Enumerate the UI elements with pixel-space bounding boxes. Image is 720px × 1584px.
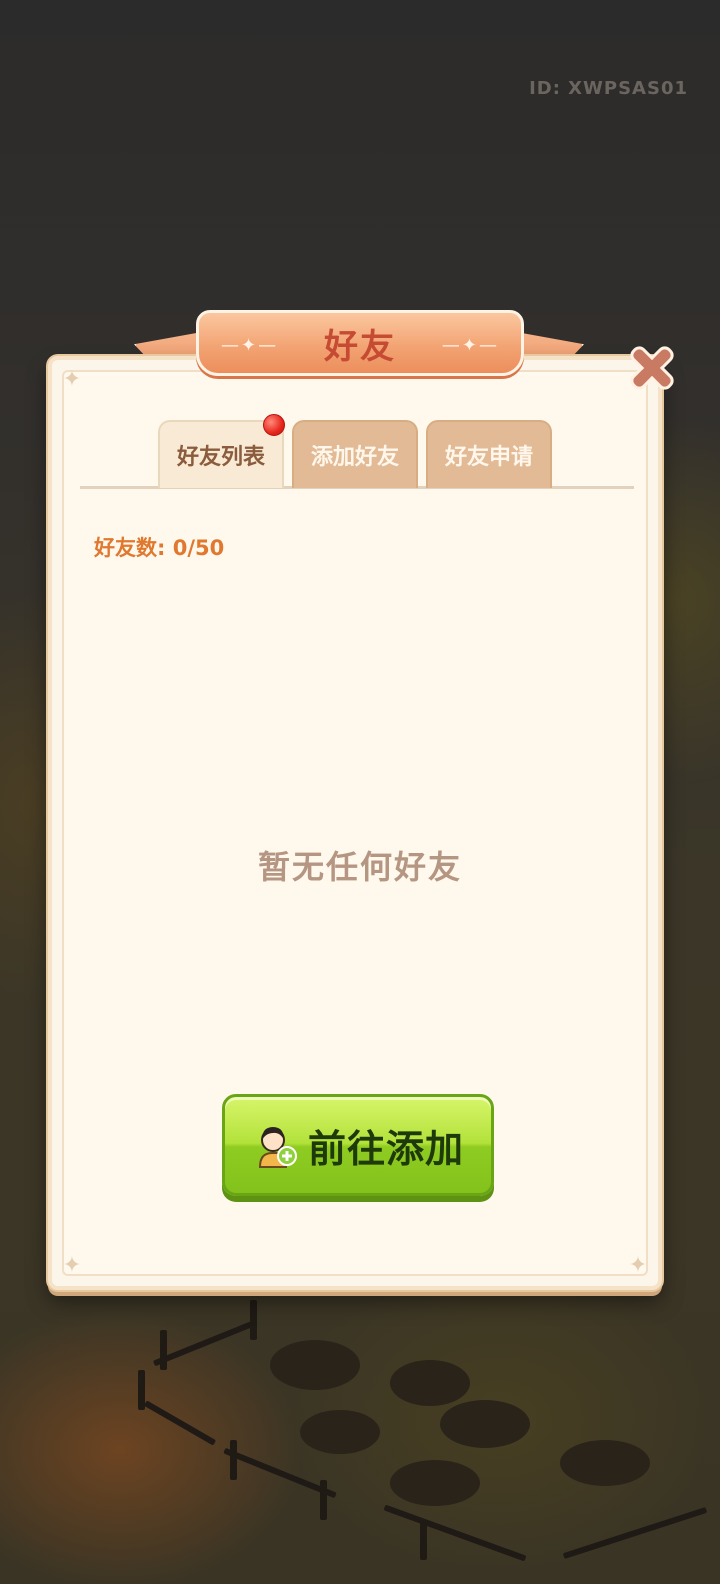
fence-post	[320, 1480, 327, 1520]
dialog-title: 好友	[324, 326, 396, 367]
soil-plot	[270, 1340, 360, 1390]
soil-plot	[560, 1440, 650, 1486]
fence-post	[160, 1330, 167, 1370]
fence	[562, 1506, 708, 1560]
soil-plot	[390, 1460, 480, 1506]
soil-plot	[300, 1410, 380, 1454]
add-friend-icon	[258, 1127, 297, 1168]
tab-friend-requests[interactable]: 好友申请	[426, 420, 552, 488]
go-add-friend-button[interactable]: 前往添加	[222, 1094, 494, 1196]
dialog-title-ribbon: —✦— 好友 —✦—	[196, 310, 524, 376]
fence-post	[138, 1370, 145, 1410]
corner-ornament-icon: ✦	[62, 367, 82, 392]
go-add-friend-label: 前往添加	[307, 1126, 464, 1171]
friend-count: 好友数: 0/50	[94, 536, 225, 560]
fence-post	[420, 1520, 427, 1560]
fence-post	[250, 1300, 257, 1340]
soil-plot	[440, 1400, 530, 1448]
notification-badge	[263, 414, 285, 436]
corner-ornament-icon: ✦	[628, 1253, 648, 1278]
close-icon	[630, 346, 674, 390]
corner-ornament-icon: ✦	[62, 1253, 82, 1278]
fence	[152, 1319, 258, 1367]
empty-state-message: 暂无任何好友	[257, 848, 462, 886]
user-id: ID: XWPSAS01	[529, 78, 688, 99]
fence-post	[230, 1440, 237, 1480]
sparkle-icon: —✦—	[441, 335, 499, 356]
fence	[143, 1400, 217, 1446]
sparkle-icon: —✦—	[221, 335, 279, 356]
tab-add-friend[interactable]: 添加好友	[292, 420, 418, 488]
close-button[interactable]	[622, 338, 682, 398]
fence	[383, 1504, 527, 1562]
soil-plot	[390, 1360, 470, 1406]
